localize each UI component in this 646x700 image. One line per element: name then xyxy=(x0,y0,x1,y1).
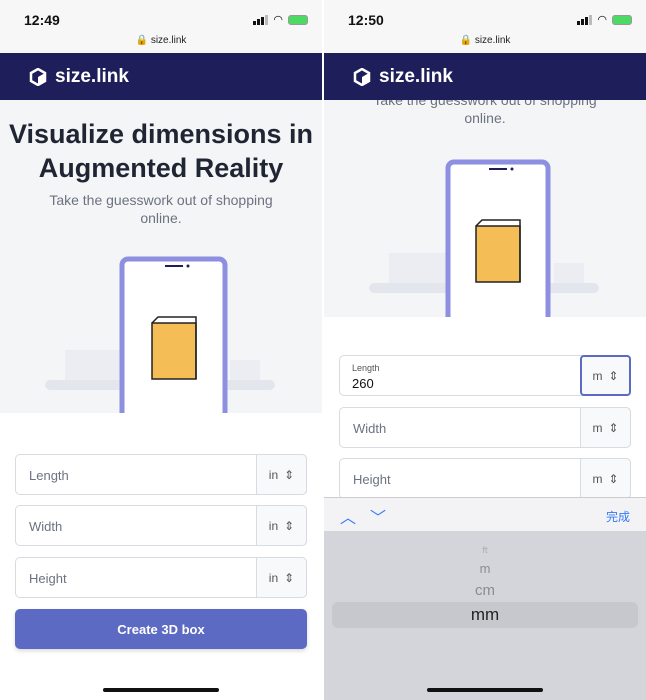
keyboard-toolbar: ︿ ﹀ 完成 xyxy=(324,497,646,531)
height-input[interactable]: Height m ⇕ xyxy=(339,458,631,499)
width-unit-select[interactable]: m ⇕ xyxy=(580,407,631,448)
height-input[interactable]: Height in ⇕ xyxy=(15,557,307,598)
url-bar[interactable]: 🔒 size.link xyxy=(324,35,646,46)
cube-logo-icon xyxy=(353,68,371,86)
clock: 12:49 xyxy=(24,12,60,28)
hero-title: Visualize dimensions in Augmented Reality xyxy=(8,119,314,183)
picker-option[interactable]: cm xyxy=(324,582,646,599)
clock: 12:50 xyxy=(348,12,384,28)
updown-icon: ⇕ xyxy=(284,570,295,585)
logo[interactable]: size.link xyxy=(353,66,453,88)
hero-subtitle: Take the guesswork out of shopping online… xyxy=(373,100,597,126)
status-bar: 12:49 ◠ 🔒 size.link xyxy=(0,0,322,53)
next-field-chevron-down-icon[interactable]: ﹀ xyxy=(370,504,386,528)
width-input[interactable]: Width m ⇕ xyxy=(339,407,631,448)
wifi-icon: ◠ xyxy=(597,14,607,26)
length-input[interactable]: Length in ⇕ xyxy=(15,454,307,495)
picker-option-selected[interactable]: mm xyxy=(324,605,646,625)
length-input[interactable]: Length 260 m ⇕ xyxy=(339,355,631,396)
previous-field-chevron-up-icon[interactable]: ︿ xyxy=(340,504,356,528)
height-unit-select[interactable]: in ⇕ xyxy=(256,557,307,598)
updown-icon: ⇕ xyxy=(608,420,619,435)
updown-icon: ⇕ xyxy=(608,368,619,383)
phone-illustration xyxy=(45,256,275,413)
updown-icon: ⇕ xyxy=(284,518,295,533)
create-3d-box-button[interactable]: Create 3D box xyxy=(15,609,307,649)
battery-icon xyxy=(612,14,632,25)
picker-option[interactable]: m xyxy=(324,561,646,576)
screen-right: 12:50 ◠ 🔒 size.link Take the guesswork o… xyxy=(324,0,646,700)
battery-icon xyxy=(288,14,308,25)
width-unit-select[interactable]: in ⇕ xyxy=(256,505,307,546)
hero-subtitle: Take the guesswork out of shopping online… xyxy=(49,192,273,226)
navbar: size.link xyxy=(0,53,322,100)
signal-icon xyxy=(253,14,269,25)
navbar: size.link xyxy=(324,53,646,100)
status-bar: 12:50 ◠ 🔒 size.link xyxy=(324,0,646,53)
screen-left: 12:49 ◠ 🔒 size.link size.link Visualize … xyxy=(0,0,322,700)
updown-icon: ⇕ xyxy=(608,471,619,486)
updown-icon: ⇕ xyxy=(284,467,295,482)
phone-illustration xyxy=(369,159,599,317)
width-input[interactable]: Width in ⇕ xyxy=(15,505,307,546)
hero: Take the guesswork out of shopping online… xyxy=(324,100,646,317)
home-indicator[interactable] xyxy=(427,688,543,692)
url-bar[interactable]: 🔒 size.link xyxy=(0,35,322,46)
hero: Visualize dimensions in Augmented Reality… xyxy=(0,100,322,413)
wifi-icon: ◠ xyxy=(273,14,283,26)
length-unit-select[interactable]: m ⇕ xyxy=(580,355,631,396)
height-unit-select[interactable]: m ⇕ xyxy=(580,458,631,499)
logo[interactable]: size.link xyxy=(29,66,129,88)
signal-icon xyxy=(577,14,593,25)
cube-logo-icon xyxy=(29,68,47,86)
picker-option[interactable]: ft xyxy=(324,545,646,555)
done-button[interactable]: 完成 xyxy=(606,508,630,525)
home-indicator[interactable] xyxy=(103,688,219,692)
length-unit-select[interactable]: in ⇕ xyxy=(256,454,307,495)
